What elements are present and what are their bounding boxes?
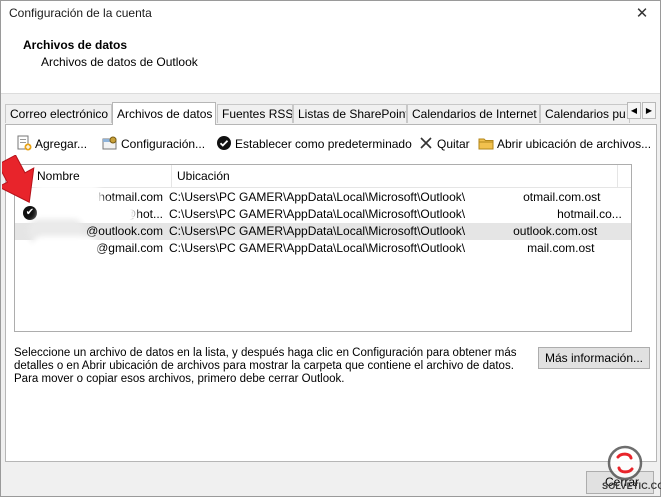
- tab-data-files[interactable]: Archivos de datos: [112, 102, 216, 125]
- redaction: [37, 241, 93, 256]
- tab-rss-feeds[interactable]: Fuentes RSS: [217, 104, 293, 123]
- set-default-button[interactable]: Establecer como predeterminado: [216, 134, 412, 154]
- checkmark-circle-icon: [217, 136, 231, 150]
- add-button[interactable]: Agregar...: [16, 134, 87, 154]
- list-item[interactable]: @hotmail.com C:\Users\PC GAMER\AppData\L…: [15, 189, 631, 206]
- add-file-icon: [17, 135, 32, 151]
- help-text: Seleccione un archivo de datos en la lis…: [14, 347, 534, 386]
- set-default-label: Establecer como predeterminado: [235, 137, 412, 151]
- row-location-file: hotmail.co...: [557, 207, 621, 221]
- column-location[interactable]: Ubicación: [177, 165, 230, 187]
- help-text-line: Para mover o copiar esos archivos, prime…: [14, 373, 345, 385]
- row-location-path: C:\Users\PC GAMER\AppData\Local\Microsof…: [169, 190, 466, 204]
- folder-icon: [478, 138, 494, 150]
- row-location: C:\Users\PC GAMER\AppData\Local\Microsof…: [169, 223, 621, 240]
- column-separator: [171, 165, 172, 187]
- account-settings-dialog: Configuración de la cuenta ✕ Archivos de…: [0, 0, 661, 497]
- settings-button[interactable]: Configuración...: [102, 134, 205, 154]
- tab-internet-calendars[interactable]: Calendarios de Internet: [407, 104, 540, 123]
- list-item[interactable]: @gmail.com C:\Users\PC GAMER\AppData\Loc…: [15, 240, 631, 257]
- solvetic-logo-icon: [607, 445, 643, 481]
- column-separator: [617, 165, 618, 187]
- open-location-button[interactable]: Abrir ubicación de archivos...: [478, 134, 651, 154]
- x-icon: [420, 137, 432, 149]
- header-subtitle: Archivos de datos de Outlook: [41, 55, 198, 69]
- redaction: [43, 207, 131, 222]
- redaction: [33, 224, 79, 239]
- tab-strip: Correo electrónico Archivos de datos Fue…: [5, 102, 660, 125]
- row-location-file: otmail.com.ost: [523, 190, 601, 204]
- data-files-panel: Agregar... Configuración... Establecer c…: [5, 124, 657, 462]
- dialog-header: Archivos de datos Archivos de datos de O…: [1, 27, 660, 94]
- row-location-path: C:\Users\PC GAMER\AppData\Local\Microsof…: [169, 224, 466, 238]
- row-location: C:\Users\PC GAMER\AppData\Local\Microsof…: [169, 240, 621, 257]
- more-info-button[interactable]: Más información...: [538, 347, 650, 369]
- tab-scroll-left-icon[interactable]: ◀: [627, 102, 641, 119]
- tab-scroll-right-icon[interactable]: ▶: [642, 102, 656, 119]
- tab-email[interactable]: Correo electrónico: [5, 104, 112, 123]
- toolbar: Agregar... Configuración... Establecer c…: [16, 134, 651, 154]
- window-title: Configuración de la cuenta: [9, 6, 152, 20]
- tab-sharepoint-lists[interactable]: Listas de SharePoint: [293, 104, 407, 123]
- row-location-file: outlook.com.ost: [513, 224, 598, 238]
- title-bar: Configuración de la cuenta ✕: [1, 1, 660, 27]
- red-arrow-annotation: [2, 155, 35, 203]
- open-location-label: Abrir ubicación de archivos...: [497, 137, 652, 151]
- list-header: Nombre Ubicación: [15, 165, 631, 188]
- solvetic-watermark: SOLVETIC.COM: [596, 445, 661, 497]
- settings-label: Configuración...: [121, 137, 206, 151]
- row-location-path: C:\Users\PC GAMER\AppData\Local\Microsof…: [169, 207, 466, 221]
- data-files-list[interactable]: Nombre Ubicación @hotmail.com C:\Users\P…: [14, 164, 632, 332]
- header-title: Archivos de datos: [23, 38, 128, 52]
- remove-label: Quitar: [437, 137, 470, 151]
- list-item[interactable]: ✔ @hot... C:\Users\PC GAMER\AppData\Loca…: [15, 206, 631, 223]
- close-icon[interactable]: ✕: [632, 4, 652, 24]
- list-item-selected[interactable]: @outlook.com C:\Users\PC GAMER\AppData\L…: [15, 223, 631, 240]
- row-location-file: mail.com.ost: [527, 241, 595, 255]
- tab-published-calendars[interactable]: Calendarios pu: [540, 104, 630, 123]
- settings-icon: [102, 136, 117, 150]
- help-text-line: detalles o en Abrir ubicación de archivo…: [14, 360, 514, 372]
- row-location: C:\Users\PC GAMER\AppData\Local\Microsof…: [169, 189, 621, 206]
- add-label: Agregar...: [35, 137, 88, 151]
- row-location: C:\Users\PC GAMER\AppData\Local\Microsof…: [169, 206, 621, 223]
- help-text-line: Seleccione un archivo de datos en la lis…: [14, 347, 517, 359]
- remove-button[interactable]: Quitar: [418, 134, 470, 154]
- row-location-path: C:\Users\PC GAMER\AppData\Local\Microsof…: [169, 241, 466, 255]
- watermark-text: SOLVETIC.COM: [602, 481, 661, 491]
